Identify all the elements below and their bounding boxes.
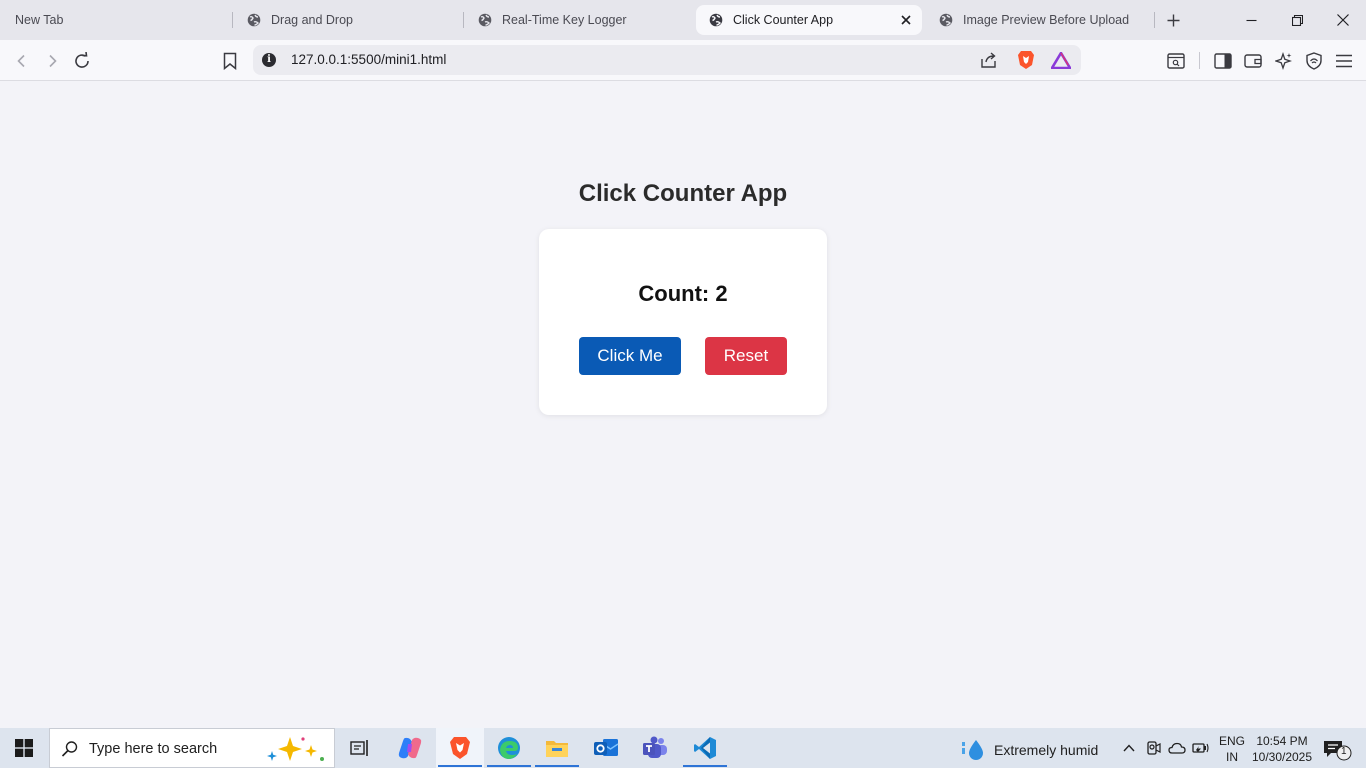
globe-icon — [478, 13, 492, 27]
tab-label: New Tab — [15, 13, 64, 27]
task-view-icon[interactable] — [336, 728, 384, 768]
tab-label: Drag and Drop — [271, 13, 353, 27]
onedrive-cloud-icon[interactable] — [1168, 739, 1186, 757]
tab-label: Click Counter App — [733, 13, 834, 27]
clock-time: 10:54 PM — [1256, 734, 1308, 748]
system-clock[interactable]: 10:54 PM 10/30/2025 — [1248, 733, 1316, 765]
back-arrow-icon[interactable] — [11, 50, 33, 72]
minimize-window-icon[interactable] — [1228, 0, 1274, 40]
meet-now-icon[interactable] — [1144, 739, 1162, 757]
vscode-icon[interactable] — [681, 728, 729, 768]
tab-strip: New Tab Drag and Drop Real-Time Key Logg… — [0, 0, 1366, 40]
forward-arrow-icon[interactable] — [41, 50, 63, 72]
close-tab-icon[interactable] — [898, 12, 914, 28]
notification-center-icon[interactable]: 1 — [1323, 739, 1353, 766]
notification-count: 1 — [1341, 746, 1347, 757]
leo-ai-icon[interactable] — [1273, 50, 1295, 72]
tab-drag-and-drop[interactable]: Drag and Drop — [240, 5, 462, 35]
url-text[interactable]: 127.0.0.1:5500/mini1.html — [291, 52, 446, 67]
close-window-icon[interactable] — [1320, 0, 1366, 40]
windows-taskbar: Type here to search Extremely humid ENG … — [0, 728, 1366, 768]
language-region: IN — [1226, 750, 1238, 764]
brave-rewards-icon[interactable] — [1049, 50, 1073, 74]
tab-key-logger[interactable]: Real-Time Key Logger — [471, 5, 693, 35]
search-icon — [61, 740, 79, 763]
reload-icon[interactable] — [71, 50, 93, 72]
outlook-icon[interactable] — [582, 728, 630, 768]
click-me-button[interactable]: Click Me — [579, 337, 681, 375]
tab-separator — [1154, 12, 1155, 28]
tab-separator — [463, 12, 464, 28]
brave-shields-icon[interactable] — [1017, 50, 1035, 75]
edge-browser-icon[interactable] — [485, 728, 533, 768]
tab-separator — [232, 12, 233, 28]
teams-icon[interactable] — [631, 728, 679, 768]
count-display: Count: 2 — [638, 281, 728, 306]
restore-window-icon[interactable] — [1274, 0, 1320, 40]
share-icon[interactable] — [980, 51, 998, 74]
toolbar-divider — [1199, 52, 1200, 69]
language-indicator[interactable]: ENG IN — [1219, 733, 1245, 765]
tab-label: Image Preview Before Upload — [963, 13, 1130, 27]
copilot-app-icon[interactable] — [386, 728, 434, 768]
tab-new-tab[interactable]: New Tab — [0, 5, 232, 35]
weather-widget[interactable]: Extremely humid — [962, 738, 1098, 762]
page-title: Click Counter App — [578, 180, 788, 207]
reset-button[interactable]: Reset — [705, 337, 787, 375]
wallet-icon[interactable] — [1242, 50, 1264, 72]
bookmark-icon[interactable] — [219, 50, 241, 72]
brave-browser-icon[interactable] — [436, 728, 484, 768]
language-code: ENG — [1219, 734, 1246, 748]
site-info-icon[interactable]: i — [262, 53, 276, 67]
globe-icon — [939, 13, 953, 27]
sidebar-icon[interactable] — [1212, 50, 1234, 72]
file-explorer-icon[interactable] — [533, 728, 581, 768]
browser-toolbar: i 127.0.0.1:5500/mini1.html — [0, 40, 1366, 81]
tab-click-counter-app[interactable]: Click Counter App — [696, 5, 922, 35]
reading-list-icon[interactable] — [1165, 50, 1187, 72]
globe-icon — [247, 13, 261, 27]
menu-icon[interactable] — [1333, 50, 1355, 72]
globe-icon — [709, 13, 723, 27]
clock-date: 10/30/2025 — [1251, 750, 1313, 764]
search-placeholder: Type here to search — [89, 741, 218, 757]
address-bar[interactable]: i 127.0.0.1:5500/mini1.html — [253, 45, 1081, 75]
tab-label: Real-Time Key Logger — [502, 13, 627, 27]
vpn-shield-icon[interactable] — [1303, 50, 1325, 72]
chevron-up-icon[interactable] — [1120, 739, 1138, 757]
network-battery-icon[interactable] — [1192, 739, 1210, 757]
counter-card: Count: 2 Click Me Reset — [539, 229, 827, 415]
new-tab-plus-icon[interactable] — [1163, 10, 1183, 30]
tab-image-preview[interactable]: Image Preview Before Upload — [932, 5, 1154, 35]
sparkle-icon — [266, 735, 328, 768]
taskbar-search-box[interactable]: Type here to search — [49, 728, 335, 768]
weather-text: Extremely humid — [994, 742, 1099, 758]
windows-start-icon[interactable] — [0, 728, 48, 768]
humidity-drop-icon — [962, 738, 986, 762]
